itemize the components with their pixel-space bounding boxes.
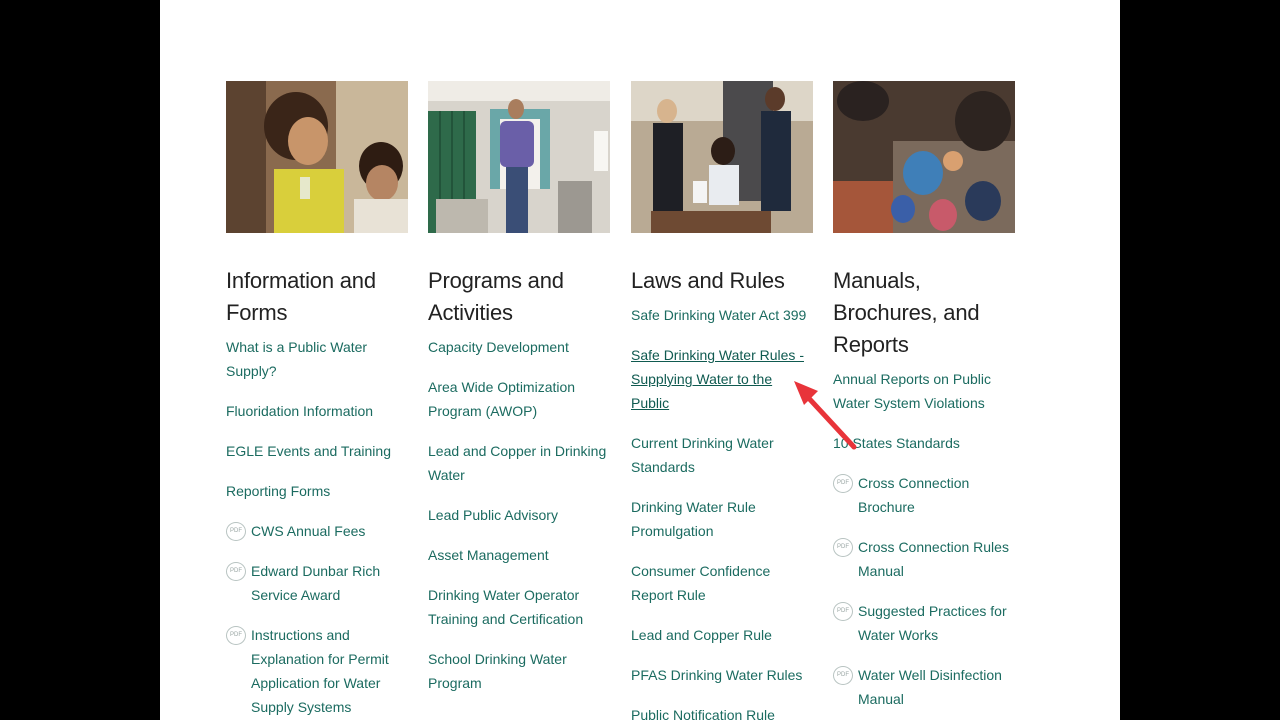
page-content: Information and Forms What is a Public W…	[160, 0, 1120, 720]
link-permit-application-instructions[interactable]: Instructions and Explanation for Permit …	[251, 627, 389, 715]
column-laws-and-rules: Laws and Rules Safe Drinking Water Act 3…	[631, 81, 813, 720]
column-heading: Manuals, Brochures, and Reports	[833, 268, 980, 357]
photo-family-child-drinking-water[interactable]	[226, 81, 408, 233]
link-item[interactable]: Drinking Water Rule Promulgation	[631, 495, 813, 543]
link-item[interactable]: Lead and Copper Rule	[631, 623, 813, 647]
link-item[interactable]: Annual Reports on Public Water System Vi…	[833, 367, 1015, 415]
link-list: Capacity Development Area Wide Optimizat…	[428, 335, 610, 695]
link-item[interactable]: Consumer Confidence Report Rule	[631, 559, 813, 607]
link-safe-drinking-water-act-399[interactable]: Safe Drinking Water Act 399	[631, 307, 806, 323]
photo-man-in-school-hallway[interactable]	[428, 81, 610, 233]
link-list: Safe Drinking Water Act 399 Safe Drinkin…	[631, 303, 813, 720]
column-heading: Information and Forms	[226, 268, 376, 325]
pdf-icon: PDF	[226, 626, 246, 645]
link-lead-public-advisory[interactable]: Lead Public Advisory	[428, 507, 558, 523]
link-operator-training-certification[interactable]: Drinking Water Operator Training and Cer…	[428, 587, 583, 627]
link-edward-dunbar-rich-award[interactable]: Edward Dunbar Rich Service Award	[251, 563, 380, 603]
link-fluoridation-information[interactable]: Fluoridation Information	[226, 403, 373, 419]
pdf-icon: PDF	[226, 562, 246, 581]
link-public-notification-rule[interactable]: Public Notification Rule	[631, 707, 775, 720]
link-current-drinking-water-standards[interactable]: Current Drinking Water Standards	[631, 435, 774, 475]
link-school-drinking-water-program[interactable]: School Drinking Water Program	[428, 651, 567, 691]
link-lead-copper-drinking-water[interactable]: Lead and Copper in Drinking Water	[428, 443, 606, 483]
link-item[interactable]: Safe Drinking Water Rules - Supplying Wa…	[631, 343, 813, 415]
link-water-well-disinfection-manual[interactable]: Water Well Disinfection Manual	[858, 667, 1002, 707]
link-item[interactable]: School Drinking Water Program	[428, 647, 610, 695]
pdf-icon: PDF	[833, 538, 853, 557]
pdf-icon: PDF	[226, 522, 246, 541]
link-list: What is a Public Water Supply? Fluoridat…	[226, 335, 408, 719]
link-item[interactable]: PDF Suggested Practices for Water Works	[833, 599, 1015, 647]
link-capacity-development[interactable]: Capacity Development	[428, 339, 569, 355]
link-item[interactable]: Safe Drinking Water Act 399	[631, 303, 813, 327]
link-item[interactable]: Area Wide Optimization Program (AWOP)	[428, 375, 610, 423]
link-item[interactable]: Lead and Copper in Drinking Water	[428, 439, 610, 487]
link-what-is-public-water-supply[interactable]: What is a Public Water Supply?	[226, 339, 367, 379]
link-reporting-forms[interactable]: Reporting Forms	[226, 483, 330, 499]
link-cross-connection-brochure[interactable]: Cross Connection Brochure	[858, 475, 969, 515]
pdf-icon: PDF	[833, 666, 853, 685]
link-item[interactable]: Asset Management	[428, 543, 610, 567]
column-information-and-forms: Information and Forms What is a Public W…	[226, 81, 408, 720]
link-item[interactable]: Reporting Forms	[226, 479, 408, 503]
link-awop[interactable]: Area Wide Optimization Program (AWOP)	[428, 379, 575, 419]
link-item[interactable]: Public Notification Rule	[631, 703, 813, 720]
pdf-icon: PDF	[833, 474, 853, 493]
link-item[interactable]: 10 States Standards	[833, 431, 1015, 455]
column-heading: Programs and Activities	[428, 268, 564, 325]
link-item[interactable]: PDF Edward Dunbar Rich Service Award	[226, 559, 408, 607]
link-item[interactable]: Fluoridation Information	[226, 399, 408, 423]
link-item[interactable]: Drinking Water Operator Training and Cer…	[428, 583, 610, 631]
link-item[interactable]: Lead Public Advisory	[428, 503, 610, 527]
photo-bill-signing[interactable]	[631, 81, 813, 233]
column-heading: Laws and Rules	[631, 268, 785, 293]
link-item[interactable]: PFAS Drinking Water Rules	[631, 663, 813, 687]
link-safe-drinking-water-rules[interactable]: Safe Drinking Water Rules - Supplying Wa…	[631, 347, 804, 411]
link-consumer-confidence-report-rule[interactable]: Consumer Confidence Report Rule	[631, 563, 770, 603]
link-list: Annual Reports on Public Water System Vi…	[833, 367, 1015, 711]
link-pfas-drinking-water-rules[interactable]: PFAS Drinking Water Rules	[631, 667, 802, 683]
link-item[interactable]: PDF Cross Connection Brochure	[833, 471, 1015, 519]
link-lead-and-copper-rule[interactable]: Lead and Copper Rule	[631, 627, 772, 643]
link-cross-connection-rules-manual[interactable]: Cross Connection Rules Manual	[858, 539, 1009, 579]
link-suggested-practices-water-works[interactable]: Suggested Practices for Water Works	[858, 603, 1007, 643]
link-item[interactable]: Current Drinking Water Standards	[631, 431, 813, 479]
column-manuals-brochures-reports: Manuals, Brochures, and Reports Annual R…	[833, 81, 1015, 720]
link-item[interactable]: PDF Cross Connection Rules Manual	[833, 535, 1015, 583]
link-asset-management[interactable]: Asset Management	[428, 547, 549, 563]
link-egle-events-training[interactable]: EGLE Events and Training	[226, 443, 391, 459]
link-item[interactable]: PDF Water Well Disinfection Manual	[833, 663, 1015, 711]
link-item[interactable]: PDF CWS Annual Fees	[226, 519, 408, 543]
link-item[interactable]: Capacity Development	[428, 335, 610, 359]
link-item[interactable]: PDF Instructions and Explanation for Perm…	[226, 623, 408, 719]
link-cws-annual-fees[interactable]: CWS Annual Fees	[251, 523, 365, 539]
photo-crowd-at-event[interactable]	[833, 81, 1015, 233]
link-item[interactable]: What is a Public Water Supply?	[226, 335, 408, 383]
column-programs-and-activities: Programs and Activities Capacity Develop…	[428, 81, 610, 711]
link-drinking-water-rule-promulgation[interactable]: Drinking Water Rule Promulgation	[631, 499, 756, 539]
link-item[interactable]: EGLE Events and Training	[226, 439, 408, 463]
annotation-arrow-icon	[794, 381, 857, 450]
pdf-icon: PDF	[833, 602, 853, 621]
